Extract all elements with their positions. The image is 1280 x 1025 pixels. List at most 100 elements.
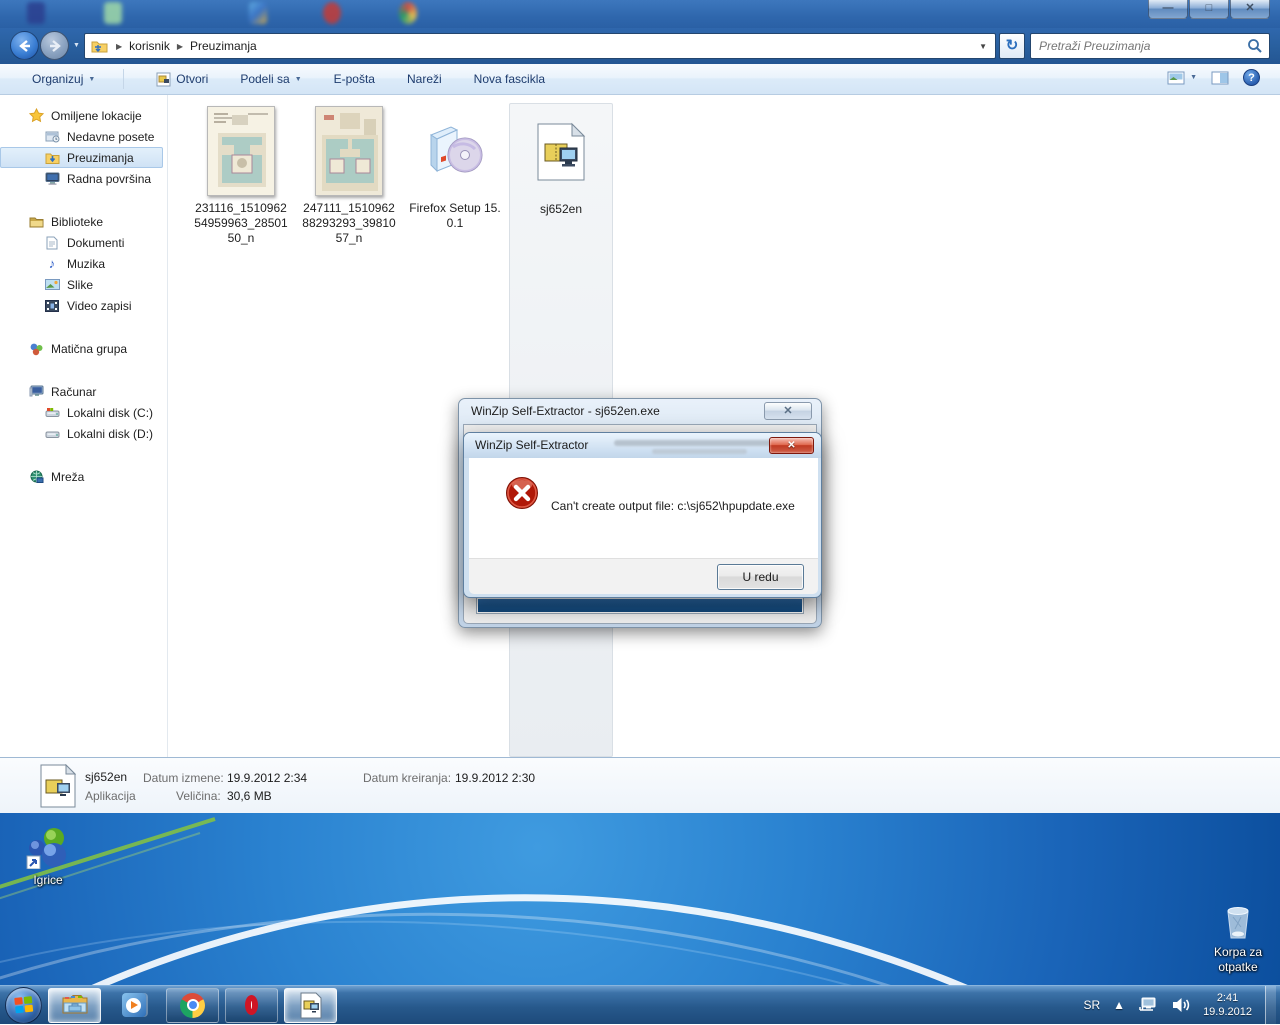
glass-blur-artifact	[614, 440, 774, 446]
clock-time: 2:41	[1203, 991, 1252, 1005]
open-button[interactable]: Otvori	[156, 72, 208, 87]
breadcrumb-preuzimanja[interactable]: Preuzimanja	[190, 39, 257, 53]
sidebar-group-favorites[interactable]: Omiljene lokacije	[0, 105, 167, 126]
sidebar-item-documents[interactable]: Dokumenti	[0, 232, 167, 253]
file-name: 247111_151096288293293_3981057_n	[297, 199, 401, 246]
search-input[interactable]	[1031, 39, 1247, 53]
progress-fill	[478, 599, 802, 612]
network-globe-icon	[28, 469, 44, 485]
taskbar-opera-button[interactable]	[225, 988, 278, 1023]
sidebar-item-pictures[interactable]: Slike	[0, 274, 167, 295]
glass-blurred-icon	[104, 2, 122, 24]
back-button[interactable]	[10, 31, 39, 60]
installer-box-cd-icon	[423, 121, 487, 181]
taskbar-wmp-button[interactable]	[107, 988, 160, 1023]
taskbar-explorer-button[interactable]	[48, 988, 101, 1023]
recycle-bin[interactable]: Korpa za otpatke	[1198, 903, 1278, 975]
crumb-separator-icon: ▶	[116, 42, 122, 51]
glass-blurred-icon	[27, 2, 45, 24]
windows-logo-icon	[13, 995, 35, 1015]
recycle-bin-icon	[1222, 903, 1254, 941]
breadcrumb[interactable]: ▶ korisnik ▶ Preuzimanja ▼	[84, 33, 996, 59]
network-tray-icon[interactable]	[1138, 997, 1159, 1014]
error-dialog-titlebar: WinZip Self-Extractor ✕	[464, 433, 821, 458]
error-icon	[505, 476, 539, 510]
error-dialog-content: Can't create output file: c:\sj652\hpupd…	[469, 458, 818, 558]
libraries-label: Biblioteke	[51, 215, 103, 229]
created-value: 19.9.2012 2:30	[455, 771, 535, 785]
new-folder-button[interactable]: Nova fascikla	[474, 72, 545, 86]
recent-pages-dropdown[interactable]: ▼	[73, 42, 80, 49]
wmp-icon	[122, 993, 146, 1017]
share-with-menu[interactable]: Podeli sa ▼	[240, 72, 301, 86]
ok-button[interactable]: U redu	[717, 564, 804, 590]
sidebar-item-music[interactable]: ♪ Muzika	[0, 253, 167, 274]
file-tile-photo-2[interactable]: 247111_151096288293293_3981057_n	[297, 103, 401, 757]
explorer-folder-icon	[61, 994, 89, 1016]
sidebar-item-desktop[interactable]: Radna površina	[0, 168, 167, 189]
file-name: Firefox Setup 15.0.1	[405, 199, 505, 231]
sidebar-item-disk-d[interactable]: Lokalni disk (D:)	[0, 423, 167, 444]
homegroup-label: Matična grupa	[51, 342, 127, 356]
help-button[interactable]: ?	[1243, 69, 1260, 86]
language-indicator[interactable]: SR	[1084, 998, 1101, 1012]
forward-button[interactable]	[40, 31, 69, 60]
homegroup-icon	[28, 341, 44, 357]
sidebar-item-disk-c[interactable]: Lokalni disk (C:)	[0, 402, 167, 423]
error-dialog-footer: U redu	[469, 558, 818, 594]
organize-menu[interactable]: Organizuj ▼	[32, 72, 95, 86]
new-folder-label: Nova fascikla	[474, 72, 545, 86]
system-disk-icon	[44, 405, 60, 421]
address-dropdown-icon[interactable]: ▼	[979, 42, 987, 51]
sidebar-item-videos[interactable]: Video zapisi	[0, 295, 167, 316]
breadcrumb-korisnik[interactable]: korisnik	[129, 39, 170, 53]
desktop-shortcut-igrice[interactable]: Igrice	[8, 827, 88, 888]
sidebar-group-network[interactable]: Mreža	[0, 466, 167, 487]
clock-date: 19.9.2012	[1203, 1005, 1252, 1019]
sidebar-group-computer[interactable]: Računar	[0, 381, 167, 402]
error-dialog-close-button[interactable]: ✕	[769, 437, 814, 454]
sidebar-item-downloads-selected[interactable]: Preuzimanja	[0, 147, 163, 168]
minimize-button[interactable]: —	[1148, 0, 1188, 19]
desktop-shortcut-label: Igrice	[8, 873, 88, 888]
taskbar-clock[interactable]: 2:41 19.9.2012	[1203, 991, 1252, 1019]
winzip-parent-close-button[interactable]: ✕	[764, 402, 812, 420]
desktop-label: Radna površina	[67, 172, 151, 186]
tray-expand-arrow-icon[interactable]: ▲	[1113, 998, 1125, 1012]
show-desktop-button[interactable]	[1265, 986, 1276, 1025]
sidebar-group-libraries[interactable]: Biblioteke	[0, 211, 167, 232]
error-dialog-title: WinZip Self-Extractor	[475, 438, 588, 452]
email-button[interactable]: E-pošta	[334, 72, 375, 86]
maximize-button[interactable]: □	[1189, 0, 1229, 19]
close-button[interactable]: ✕	[1230, 0, 1270, 19]
toolbar-right-group: ▼ ?	[1167, 69, 1260, 86]
sidebar-group-homegroup[interactable]: Matična grupa	[0, 338, 167, 359]
refresh-button[interactable]: ↻	[999, 33, 1025, 59]
taskbar-chrome-button[interactable]	[166, 988, 219, 1023]
views-icon	[1167, 71, 1185, 85]
back-arrow-icon	[17, 38, 33, 54]
film-strip-icon	[44, 298, 60, 314]
glass-blur-artifact	[652, 449, 747, 454]
sidebar-item-recent[interactable]: Nedavne posete	[0, 126, 167, 147]
organize-label: Organizuj	[32, 72, 83, 86]
burn-button[interactable]: Nareži	[407, 72, 442, 86]
taskbar-winzip-button[interactable]	[284, 988, 337, 1023]
details-file-name: sj652en	[85, 770, 127, 784]
disk-c-label: Lokalni disk (C:)	[67, 406, 153, 420]
views-button[interactable]: ▼	[1167, 71, 1197, 85]
address-bar-row: ▼ ▶ korisnik ▶ Preuzimanja ▼ ↻	[0, 28, 1280, 64]
favorites-label: Omiljene lokacije	[51, 109, 142, 123]
explorer-titlebar: — □ ✕	[0, 0, 1280, 28]
start-button[interactable]	[5, 987, 42, 1024]
glass-blurred-icon	[399, 2, 417, 24]
volume-tray-icon[interactable]	[1172, 997, 1190, 1013]
folder-icon	[91, 39, 109, 53]
photo-thumbnail	[315, 106, 383, 196]
caption-buttons: — □ ✕	[1147, 0, 1270, 19]
preview-pane-button[interactable]	[1211, 71, 1229, 85]
disk-d-label: Lokalni disk (D:)	[67, 427, 153, 441]
error-message: Can't create output file: c:\sj652\hpupd…	[551, 499, 795, 513]
details-pane: sj652en Aplikacija Datum izmene: 19.9.20…	[0, 758, 1280, 813]
file-tile-photo-1[interactable]: 231116_151096254959963_2850150_n	[189, 103, 293, 757]
